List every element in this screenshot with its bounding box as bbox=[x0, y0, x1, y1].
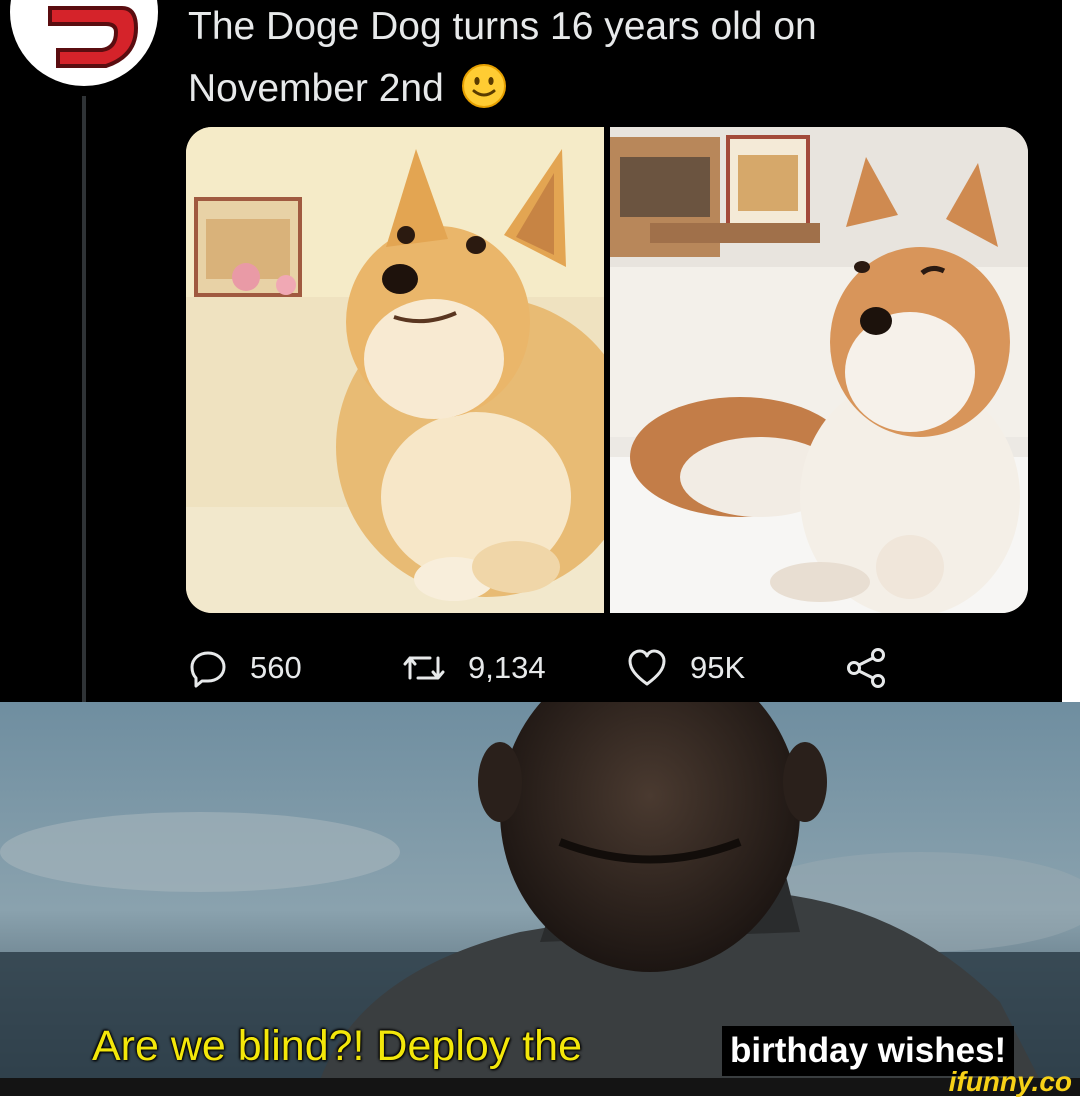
heart-icon bbox=[628, 649, 666, 686]
retweet-button[interactable]: 9,134 bbox=[402, 640, 546, 696]
avatar[interactable] bbox=[10, 0, 158, 86]
share-button[interactable] bbox=[844, 640, 888, 696]
reply-count: 560 bbox=[250, 650, 302, 685]
retweet-count: 9,134 bbox=[468, 650, 546, 685]
tweet-text: The Doge Dog turns 16 years old on Novem… bbox=[188, 0, 968, 128]
ifunny-watermark: ifunny.co bbox=[948, 1066, 1072, 1097]
thread-line bbox=[82, 96, 86, 702]
tweet: The Doge Dog turns 16 years old on Novem… bbox=[0, 0, 1062, 702]
doge-photo[interactable] bbox=[186, 127, 604, 613]
meme-caption-yellow: Are we blind?! Deploy the bbox=[92, 1022, 583, 1070]
share-icon bbox=[847, 648, 885, 688]
slightly-smiling-face-icon bbox=[461, 63, 507, 128]
tweet-actions: 560 9,134 95K bbox=[188, 640, 908, 696]
tweet-text-line-2: November 2nd bbox=[188, 58, 968, 128]
reply-icon bbox=[190, 651, 226, 688]
like-count: 95K bbox=[690, 650, 746, 685]
tweet-media[interactable] bbox=[186, 127, 1028, 613]
avatar-logo-icon bbox=[48, 6, 139, 68]
reply-button[interactable]: 560 bbox=[188, 640, 302, 696]
watermark-bar bbox=[0, 1078, 1080, 1096]
like-button[interactable]: 95K bbox=[626, 640, 745, 696]
retweet-icon bbox=[403, 656, 445, 680]
tweet-text-line-1: The Doge Dog turns 16 years old on bbox=[188, 5, 817, 48]
tweet-text-line-2-label: November 2nd bbox=[188, 67, 444, 110]
cheems-photo[interactable] bbox=[610, 127, 1028, 613]
